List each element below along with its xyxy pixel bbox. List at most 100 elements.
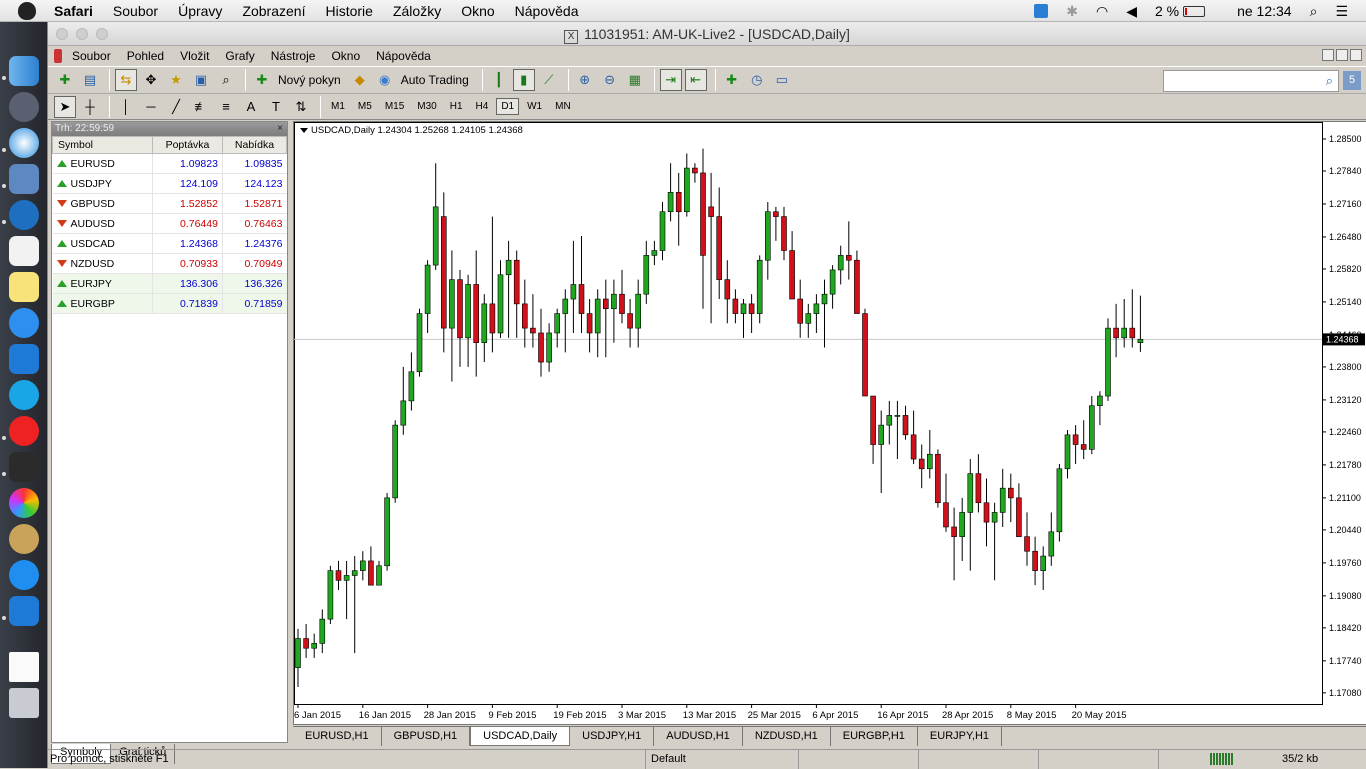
symbol-cell[interactable]: GBPUSD bbox=[52, 193, 153, 214]
search-input[interactable]: ⌕ bbox=[1163, 70, 1339, 92]
battery-percent[interactable]: 2 % bbox=[1155, 3, 1179, 19]
symbol-cell[interactable]: EURGBP bbox=[52, 293, 153, 314]
symbol-cell[interactable]: AUDUSD bbox=[52, 213, 153, 234]
crosshair-icon[interactable]: ┼ bbox=[79, 96, 101, 118]
mdi-minimize-button[interactable] bbox=[1322, 49, 1334, 61]
trash-icon[interactable] bbox=[9, 688, 39, 718]
volume-icon[interactable]: ◀ bbox=[1126, 3, 1137, 20]
new-chart-icon[interactable]: ✚ bbox=[54, 69, 76, 91]
table-row[interactable]: EURJPY 136.306 136.326 bbox=[52, 273, 287, 294]
arrows-icon[interactable]: ⇅ bbox=[290, 96, 312, 118]
table-row[interactable]: EURUSD 1.09823 1.09835 bbox=[52, 153, 287, 174]
spotlight-icon[interactable]: ⌕ bbox=[1310, 3, 1318, 20]
mdi-restore-button[interactable] bbox=[1336, 49, 1348, 61]
periods-icon[interactable]: ◷ bbox=[746, 69, 768, 91]
horizontal-line-icon[interactable]: ─ bbox=[140, 96, 162, 118]
mac-menu-item[interactable]: Úpravy bbox=[178, 3, 222, 19]
line-chart-icon[interactable]: ⟋ bbox=[538, 69, 560, 91]
auto-trading-icon[interactable]: ◉ bbox=[374, 69, 396, 91]
timeframe-m15[interactable]: M15 bbox=[380, 98, 409, 115]
symbol-cell[interactable]: EURUSD bbox=[52, 153, 153, 174]
mac-menu-item[interactable]: Historie bbox=[325, 3, 372, 19]
notification-center-icon[interactable]: ☰ bbox=[1335, 3, 1348, 20]
teamviewer-icon[interactable] bbox=[9, 596, 39, 626]
reminders-icon[interactable] bbox=[9, 236, 39, 266]
data-window-icon[interactable]: ✥ bbox=[140, 69, 162, 91]
auto-trading-button[interactable]: Auto Trading bbox=[401, 73, 469, 87]
mdi-close-button[interactable] bbox=[1350, 49, 1362, 61]
community-button[interactable]: 5 bbox=[1343, 71, 1361, 90]
close-window-button[interactable] bbox=[56, 28, 68, 40]
profiles-icon[interactable]: ▤ bbox=[79, 69, 101, 91]
zoom-in-icon[interactable]: ⊕ bbox=[574, 69, 596, 91]
autoscroll-icon[interactable]: ⇤ bbox=[684, 69, 707, 91]
table-row[interactable]: AUDUSD 0.76449 0.76463 bbox=[52, 213, 287, 234]
symbol-cell[interactable]: USDCAD bbox=[52, 233, 153, 254]
apple-icon[interactable] bbox=[18, 1, 36, 20]
tile-windows-icon[interactable]: ▦ bbox=[624, 69, 646, 91]
new-order-button[interactable]: Nový pokyn bbox=[278, 73, 341, 87]
chart-tab[interactable]: USDJPY,H1 bbox=[570, 727, 655, 746]
search-icon[interactable]: ⌕ bbox=[1326, 73, 1333, 89]
symbol-cell[interactable]: EURJPY bbox=[52, 273, 153, 294]
battery-icon[interactable] bbox=[1183, 5, 1206, 17]
table-row[interactable]: USDJPY 124.109 124.123 bbox=[52, 173, 287, 194]
app-icon[interactable] bbox=[9, 416, 39, 446]
wifi-icon[interactable]: ◠ bbox=[1096, 3, 1108, 20]
vertical-line-icon[interactable]: │ bbox=[115, 96, 137, 118]
thunderbird-icon[interactable] bbox=[9, 200, 39, 230]
chart-tab[interactable]: EURJPY,H1 bbox=[918, 727, 1003, 746]
new-order-icon[interactable]: ✚ bbox=[251, 69, 273, 91]
timeframe-m30[interactable]: M30 bbox=[412, 98, 441, 115]
table-row[interactable]: NZDUSD 0.70933 0.70949 bbox=[52, 253, 287, 274]
symbol-cell[interactable]: NZDUSD bbox=[52, 253, 153, 274]
equidistant-channel-icon[interactable]: ≢ bbox=[190, 96, 212, 118]
candlestick-chart[interactable]: 1.28500 1.27840 1.27160 1.26480 1.25820 1.251… bbox=[294, 122, 1366, 724]
table-row[interactable]: USDCAD 1.24368 1.24376 bbox=[52, 233, 287, 254]
zoom-out-icon[interactable]: ⊖ bbox=[599, 69, 621, 91]
column-header-ask[interactable]: Nabídka bbox=[221, 136, 288, 154]
paint-icon[interactable] bbox=[9, 524, 39, 554]
menu-okno[interactable]: Okno bbox=[331, 49, 360, 63]
notes-icon[interactable] bbox=[9, 272, 39, 302]
chart-tab[interactable]: AUDUSD,H1 bbox=[654, 727, 743, 746]
chart-shift-icon[interactable]: ⇥ bbox=[659, 69, 682, 91]
close-icon[interactable]: × bbox=[277, 122, 283, 136]
preview-icon[interactable] bbox=[9, 164, 39, 194]
messages-icon[interactable] bbox=[9, 560, 39, 590]
chart-tab[interactable]: GBPUSD,H1 bbox=[382, 727, 471, 746]
text-label-icon[interactable]: T bbox=[265, 96, 287, 118]
timeframe-h1[interactable]: H1 bbox=[445, 98, 468, 115]
skype-icon[interactable] bbox=[9, 380, 39, 410]
minimize-window-button[interactable] bbox=[76, 28, 88, 40]
market-watch-icon[interactable]: ⇆ bbox=[115, 69, 137, 91]
skype-status-icon[interactable] bbox=[1034, 4, 1049, 18]
safari-icon[interactable] bbox=[9, 128, 39, 158]
timeframe-m1[interactable]: M1 bbox=[326, 98, 350, 115]
zoom-window-button[interactable] bbox=[96, 28, 108, 40]
menu-napoveda[interactable]: Nápověda bbox=[376, 49, 431, 63]
trendline-icon[interactable]: ╱ bbox=[165, 96, 187, 118]
menu-nastroje[interactable]: Nástroje bbox=[271, 49, 316, 63]
chart-tab[interactable]: EURUSD,H1 bbox=[293, 727, 382, 746]
chart-tab[interactable]: EURGBP,H1 bbox=[831, 727, 918, 746]
clock[interactable]: ne 12:34 bbox=[1237, 3, 1292, 19]
chart-tab[interactable]: NZDUSD,H1 bbox=[743, 727, 831, 746]
candlestick-chart-icon[interactable]: ▮ bbox=[512, 69, 535, 91]
chart-menu-icon[interactable] bbox=[300, 127, 308, 133]
navigator-icon[interactable]: ★ bbox=[165, 69, 187, 91]
cursor-icon[interactable]: ➤ bbox=[54, 95, 76, 118]
menu-vlozit[interactable]: Vložit bbox=[180, 49, 209, 63]
chart-tab[interactable]: USDCAD,Daily bbox=[470, 727, 571, 746]
photos-icon[interactable] bbox=[9, 488, 39, 518]
indicators-icon[interactable]: ✚ bbox=[721, 69, 743, 91]
bar-chart-icon[interactable]: ┃ bbox=[488, 69, 510, 91]
finder-icon[interactable] bbox=[9, 56, 39, 86]
timeframe-m5[interactable]: M5 bbox=[353, 98, 377, 115]
chart-window[interactable]: 1.28500 1.27840 1.27160 1.26480 1.25820 1.251… bbox=[293, 121, 1366, 725]
timeframe-mn[interactable]: MN bbox=[550, 98, 576, 115]
timeframe-h4[interactable]: H4 bbox=[471, 98, 494, 115]
appstore-icon[interactable] bbox=[9, 308, 39, 338]
table-row[interactable]: GBPUSD 1.52852 1.52871 bbox=[52, 193, 287, 214]
connection-status-icon[interactable] bbox=[1210, 753, 1234, 765]
